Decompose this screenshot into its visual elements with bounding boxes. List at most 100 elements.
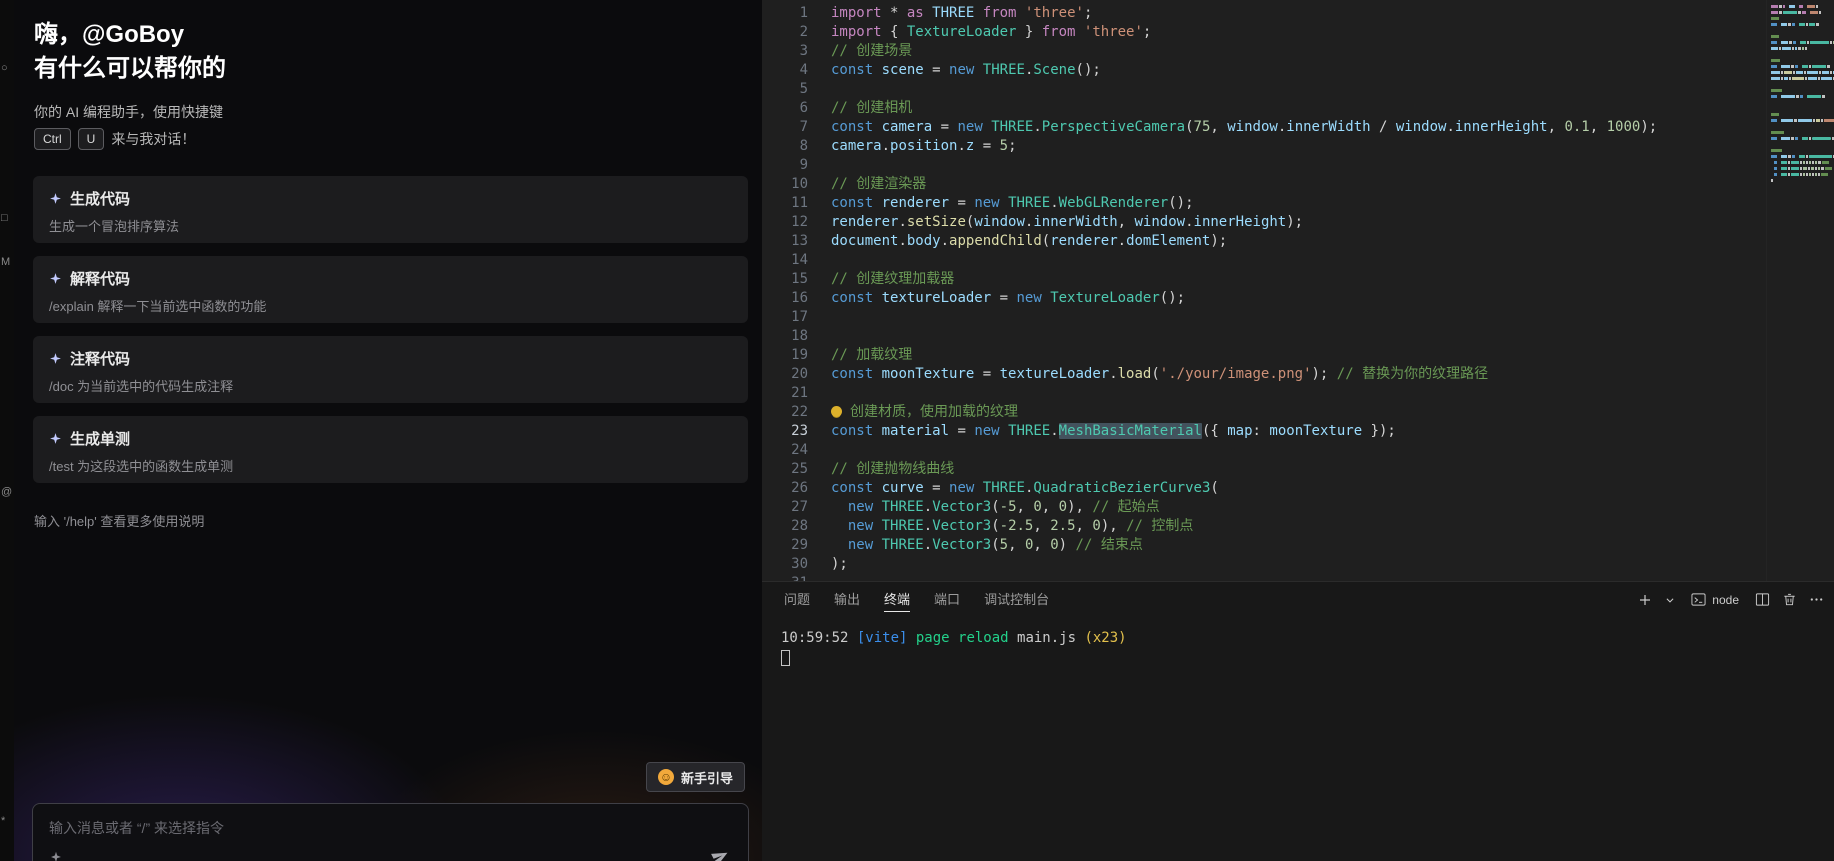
- tab-debug-console[interactable]: 调试控制台: [984, 582, 1049, 617]
- line-number[interactable]: 28: [762, 517, 808, 536]
- code-line[interactable]: new THREE.Vector3(-2.5, 2.5, 0), // 控制点: [831, 517, 1834, 536]
- card-title: 注释代码: [70, 348, 130, 369]
- more-actions-icon[interactable]: [1809, 592, 1824, 607]
- line-number[interactable]: 14: [762, 251, 808, 270]
- line-number[interactable]: 13: [762, 232, 808, 251]
- code-line[interactable]: [831, 308, 1834, 327]
- line-number[interactable]: 12: [762, 213, 808, 232]
- circle-icon[interactable]: ○: [1, 62, 8, 74]
- line-number[interactable]: 25: [762, 460, 808, 479]
- line-number[interactable]: 16: [762, 289, 808, 308]
- card-explain-code[interactable]: 解释代码 /explain 解释一下当前选中函数的功能: [33, 256, 748, 323]
- code-line[interactable]: // 创建相机: [831, 99, 1834, 118]
- line-number[interactable]: 11: [762, 194, 808, 213]
- asterisk-icon[interactable]: *: [1, 815, 5, 827]
- code-line[interactable]: [831, 574, 1834, 581]
- code-line[interactable]: renderer.setSize(window.innerWidth, wind…: [831, 213, 1834, 232]
- code-line[interactable]: new THREE.Vector3(5, 0, 0) // 结束点: [831, 536, 1834, 555]
- code-line[interactable]: [831, 156, 1834, 175]
- line-number[interactable]: 19: [762, 346, 808, 365]
- line-number[interactable]: 2: [762, 23, 808, 42]
- onboarding-button[interactable]: ☺ 新手引导: [646, 762, 745, 792]
- code-line[interactable]: document.body.appendChild(renderer.domEl…: [831, 232, 1834, 251]
- card-generate-tests[interactable]: 生成单测 /test 为这段选中的函数生成单测: [33, 416, 748, 483]
- bottom-panel: 问题 输出 终端 端口 调试控制台 node: [762, 581, 1834, 861]
- line-number[interactable]: 17: [762, 308, 808, 327]
- code-line[interactable]: // 创建场景: [831, 42, 1834, 61]
- line-number[interactable]: 26: [762, 479, 808, 498]
- terminal-instance-node[interactable]: node: [1687, 590, 1743, 609]
- tab-terminal[interactable]: 终端: [884, 582, 910, 617]
- tab-output[interactable]: 输出: [834, 582, 860, 617]
- new-terminal-icon[interactable]: [1637, 592, 1653, 608]
- tab-problems[interactable]: 问题: [784, 582, 810, 617]
- line-number[interactable]: 1: [762, 4, 808, 23]
- code-line[interactable]: [831, 251, 1834, 270]
- code-line[interactable]: );: [831, 555, 1834, 574]
- code-line[interactable]: const renderer = new THREE.WebGLRenderer…: [831, 194, 1834, 213]
- minimap[interactable]: [1766, 0, 1834, 581]
- card-title-row: 生成单测: [49, 428, 732, 449]
- kill-terminal-icon[interactable]: [1782, 592, 1797, 607]
- line-number[interactable]: 5: [762, 80, 808, 99]
- code-line[interactable]: [831, 327, 1834, 346]
- code-line[interactable]: // 创建纹理加载器: [831, 270, 1834, 289]
- split-terminal-icon[interactable]: [1755, 592, 1770, 607]
- line-number[interactable]: 15: [762, 270, 808, 289]
- editor-gutter: 1234567891011121314151617181920212223242…: [762, 4, 808, 581]
- m-icon[interactable]: M: [1, 256, 10, 268]
- code-line[interactable]: [831, 441, 1834, 460]
- line-number[interactable]: 6: [762, 99, 808, 118]
- code-editor[interactable]: 1234567891011121314151617181920212223242…: [762, 0, 1834, 581]
- line-number[interactable]: 4: [762, 61, 808, 80]
- line-number[interactable]: 31: [762, 574, 808, 581]
- code-line[interactable]: const material = new THREE.MeshBasicMate…: [831, 422, 1834, 441]
- code-line[interactable]: const curve = new THREE.QuadraticBezierC…: [831, 479, 1834, 498]
- card-generate-code[interactable]: 生成代码 生成一个冒泡排序算法: [33, 176, 748, 243]
- at-icon[interactable]: @: [1, 486, 12, 498]
- code-line[interactable]: 创建材质，使用加载的纹理: [831, 403, 1834, 422]
- card-comment-code[interactable]: 注释代码 /doc 为当前选中的代码生成注释: [33, 336, 748, 403]
- line-number[interactable]: 27: [762, 498, 808, 517]
- line-number[interactable]: 7: [762, 118, 808, 137]
- code-line[interactable]: [831, 80, 1834, 99]
- line-number[interactable]: 29: [762, 536, 808, 555]
- code-line[interactable]: import * as THREE from 'three';: [831, 4, 1834, 23]
- send-icon[interactable]: [707, 843, 736, 861]
- line-number[interactable]: 22: [762, 403, 808, 422]
- sparkle-icon[interactable]: [49, 850, 63, 861]
- line-number[interactable]: 10: [762, 175, 808, 194]
- lightbulb-icon[interactable]: [831, 406, 842, 417]
- code-line[interactable]: [831, 384, 1834, 403]
- chat-input-box[interactable]: 输入消息或者 “/” 来选择指令: [32, 803, 749, 861]
- code-line[interactable]: new THREE.Vector3(-5, 0, 0), // 起始点: [831, 498, 1834, 517]
- line-number[interactable]: 9: [762, 156, 808, 175]
- code-line[interactable]: // 创建抛物线曲线: [831, 460, 1834, 479]
- help-hint: 输入 '/help' 查看更多使用说明: [14, 483, 762, 530]
- code-line[interactable]: const camera = new THREE.PerspectiveCame…: [831, 118, 1834, 137]
- terminal-dropdown-icon[interactable]: [1665, 595, 1675, 605]
- line-number[interactable]: 30: [762, 555, 808, 574]
- shortcut-hint-suffix: 来与我对话！: [111, 129, 195, 149]
- ai-assistant-panel: 嗨，@GoBoy 有什么可以帮你的 你的 AI 编程助手，使用快捷键 Ctrl …: [14, 0, 762, 861]
- editor-code: import * as THREE from 'three';import { …: [808, 4, 1834, 581]
- assistant-intro: 你的 AI 编程助手，使用快捷键: [14, 86, 762, 124]
- terminal-prompt-line: [781, 648, 1834, 672]
- line-number[interactable]: 21: [762, 384, 808, 403]
- code-line[interactable]: // 加载纹理: [831, 346, 1834, 365]
- line-number[interactable]: 18: [762, 327, 808, 346]
- code-line[interactable]: const textureLoader = new TextureLoader(…: [831, 289, 1834, 308]
- line-number[interactable]: 8: [762, 137, 808, 156]
- square-icon[interactable]: □: [1, 212, 8, 224]
- terminal-body[interactable]: 10:59:52 [vite] page reload main.js (x23…: [762, 617, 1834, 672]
- code-line[interactable]: // 创建渲染器: [831, 175, 1834, 194]
- line-number[interactable]: 3: [762, 42, 808, 61]
- code-line[interactable]: const scene = new THREE.Scene();: [831, 61, 1834, 80]
- line-number[interactable]: 24: [762, 441, 808, 460]
- tab-ports[interactable]: 端口: [934, 582, 960, 617]
- line-number[interactable]: 20: [762, 365, 808, 384]
- code-line[interactable]: import { TextureLoader } from 'three';: [831, 23, 1834, 42]
- code-line[interactable]: const moonTexture = textureLoader.load('…: [831, 365, 1834, 384]
- line-number[interactable]: 23: [762, 422, 808, 441]
- code-line[interactable]: camera.position.z = 5;: [831, 137, 1834, 156]
